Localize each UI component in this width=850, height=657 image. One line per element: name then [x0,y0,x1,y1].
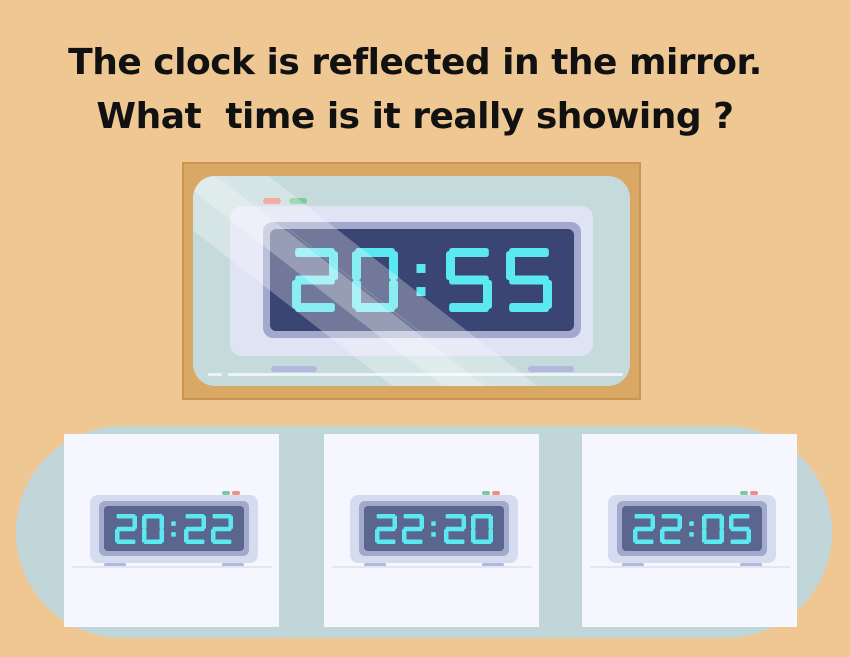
option-clock-1 [90,491,258,567]
option-clock-screen [104,506,244,551]
option-clock-digit [402,513,425,544]
reflected-clock-digit [505,248,552,312]
question-line-1: The clock is reflected in the mirror. [68,42,762,83]
option-clock-3 [608,491,776,567]
option-display-2 [375,513,493,544]
option-clock-colon [171,520,176,537]
option-clock-2 [350,491,518,567]
option-card-3[interactable] [582,434,797,627]
option-clock-digit [701,513,724,544]
option-clock-digit [633,513,656,544]
option-clock-digit [115,513,138,544]
option-clock-digit [470,513,493,544]
question-line-2: What time is it really showing ? [96,96,734,137]
option-display-1 [115,513,233,544]
option-clock-colon [689,520,694,537]
option-clock-digit [142,513,165,544]
option-clock-digit [660,513,683,544]
option-card-1[interactable] [64,434,279,627]
option-clock-digit [728,513,751,544]
option-clock-digit [210,513,233,544]
option-clock-digit [443,513,466,544]
option-clock-screen [364,506,504,551]
shelf-line-short [208,373,222,376]
option-clock-screen [622,506,762,551]
option-shelf-line [72,566,272,568]
clock-foot-left [271,366,317,372]
option-card-2[interactable] [324,434,539,627]
option-display-3 [633,513,751,544]
mirror-glass [193,176,630,386]
option-shelf-line [332,566,532,568]
clock-foot-right [528,366,574,372]
option-shelf-line [590,566,790,568]
reflected-clock-digit [445,248,492,312]
option-clock-digit [375,513,398,544]
option-clock-colon [431,520,436,537]
question-text: The clock is reflected in the mirror. Wh… [0,36,830,144]
mirror-frame [182,162,641,400]
option-clock-digit [183,513,206,544]
